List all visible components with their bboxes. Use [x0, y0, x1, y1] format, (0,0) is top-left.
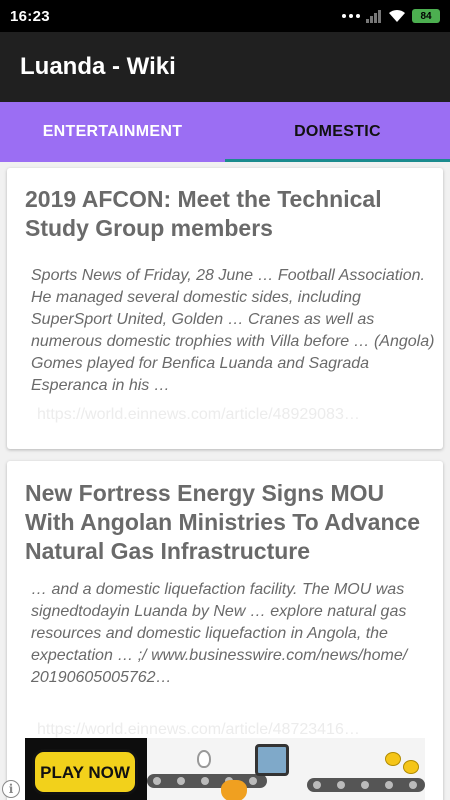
machine [255, 744, 289, 776]
status-icons: 84 [342, 9, 440, 23]
chick [403, 760, 419, 774]
pointer-hand-icon [221, 780, 247, 800]
signal-icon [366, 10, 381, 23]
status-time: 16:23 [10, 7, 50, 25]
tab-bar: ENTERTAINMENT DOMESTIC [0, 102, 450, 162]
egg [197, 750, 211, 768]
chick [385, 752, 401, 766]
article-card[interactable]: 2019 AFCON: Meet the Technical Study Gro… [7, 168, 443, 449]
ad-banner[interactable]: PLAY NOW [25, 738, 425, 800]
ad-button-area: PLAY NOW [25, 738, 147, 800]
article-snippet: Sports News of Friday, 28 June … Footbal… [31, 267, 435, 394]
article-link[interactable]: https://world.einnews.com/article/487234… [37, 721, 427, 739]
ad-game-image [147, 738, 425, 800]
more-dots-icon [342, 14, 360, 18]
app-bar: Luanda - Wiki [0, 32, 450, 102]
ad-info-icon[interactable]: i [2, 780, 20, 798]
play-now-button[interactable]: PLAY NOW [32, 749, 138, 795]
article-snippet: … and a domestic liquefaction facility. … [31, 581, 408, 686]
tab-entertainment[interactable]: ENTERTAINMENT [0, 102, 225, 162]
status-bar: 16:23 84 [0, 0, 450, 32]
wifi-icon [389, 9, 405, 22]
article-title[interactable]: 2019 AFCON: Meet the Technical Study Gro… [25, 185, 431, 243]
conveyor-belt [307, 778, 425, 792]
article-list: 2019 AFCON: Meet the Technical Study Gro… [0, 162, 450, 800]
app-title: Luanda - Wiki [20, 53, 176, 80]
tab-domestic[interactable]: DOMESTIC [225, 102, 450, 162]
battery-icon: 84 [412, 9, 440, 23]
article-link[interactable]: https://world.einnews.com/article/489290… [37, 406, 427, 424]
conveyor-belt [147, 774, 267, 788]
article-title[interactable]: New Fortress Energy Signs MOU With Angol… [25, 479, 431, 566]
